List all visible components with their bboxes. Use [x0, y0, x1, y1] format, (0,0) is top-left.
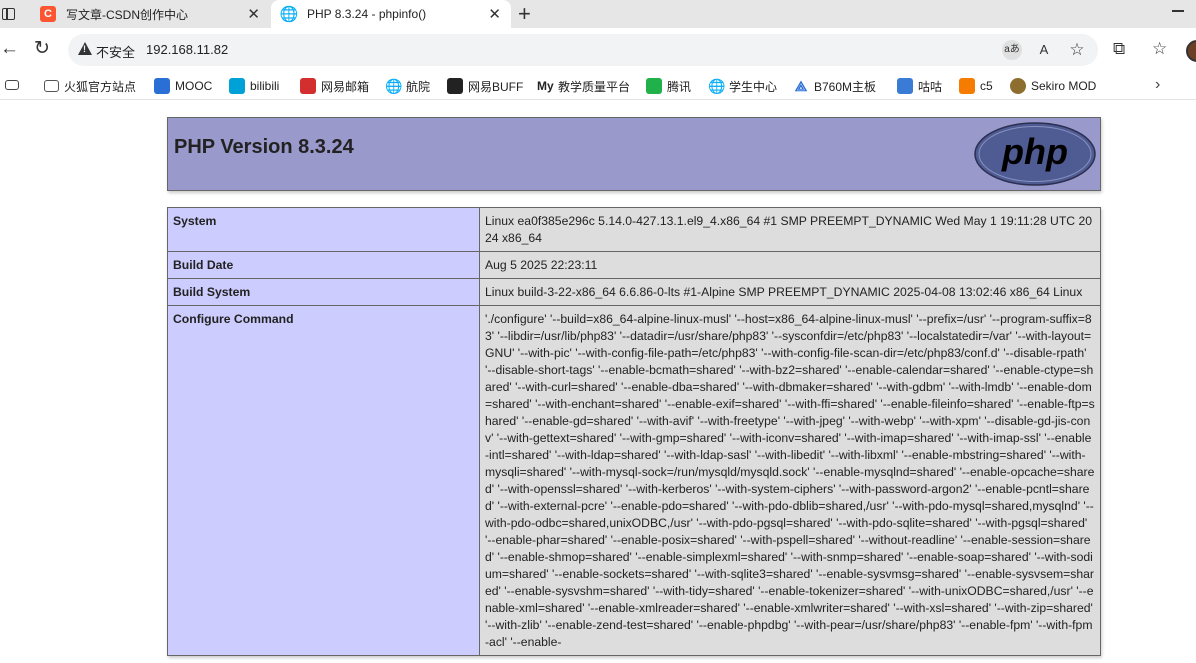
tab-title: PHP 8.3.24 - phpinfo() — [307, 7, 427, 21]
chevron-right-icon[interactable]: › — [1155, 76, 1160, 94]
bookmark-label: 网易邮箱 — [321, 79, 370, 94]
row-value: './configure' '--build=x86_64-alpine-lin… — [479, 305, 1101, 656]
row-value: Aug 5 2025 22:23:11 — [479, 251, 1101, 279]
url-text[interactable]: 192.168.11.82 — [146, 42, 228, 57]
star-icon[interactable]: ☆ — [1067, 40, 1087, 60]
globe-icon: 🌐 — [708, 78, 726, 94]
close-icon[interactable]: ✕ — [247, 5, 260, 23]
navigation-bar: ← ↻ 不安全 192.168.11.82 aあ A ☆ ⧉ ☆ — [0, 28, 1196, 72]
buff-icon — [447, 78, 463, 94]
sekiro-icon — [1010, 78, 1026, 94]
tab-actions-icon[interactable] — [0, 4, 18, 22]
bookmark-label: 腾讯 — [667, 79, 692, 94]
bookmark-label: B760M主板 — [814, 79, 877, 94]
table-row: System Linux ea0f385e296c 5.14.0-427.13.… — [167, 207, 1101, 252]
close-icon[interactable]: ✕ — [488, 5, 501, 23]
bookmark-label: 网易BUFF — [468, 79, 524, 94]
bookmark-label: 航院 — [406, 79, 431, 94]
csdn-icon: C — [40, 6, 56, 22]
aorus-icon: ⟁ — [794, 78, 808, 94]
row-key: System — [167, 207, 480, 252]
table-row: Build Date Aug 5 2025 22:23:11 — [167, 251, 1101, 279]
globe-icon: 🌐 — [385, 78, 403, 94]
bookmark-item[interactable]: Sekiro MOD — [1010, 77, 1096, 95]
globe-icon: 🌐 — [279, 6, 299, 23]
bookmarks-menu-icon[interactable] — [5, 80, 19, 90]
phpinfo-table: System Linux ea0f385e296c 5.14.0-427.13.… — [167, 207, 1101, 656]
bookmark-item[interactable]: c5 — [959, 77, 993, 95]
folder-icon — [44, 80, 59, 92]
warning-icon[interactable] — [78, 42, 92, 55]
bookmark-label: 教学质量平台 — [558, 79, 631, 94]
back-icon[interactable]: ← — [0, 38, 19, 60]
tab-title: 写文章-CSDN创作中心 — [66, 7, 188, 22]
address-bar[interactable]: 不安全 192.168.11.82 aあ A ☆ — [68, 34, 1098, 66]
row-key: Build Date — [167, 251, 480, 279]
table-row: Configure Command './configure' '--build… — [167, 305, 1101, 656]
bookmark-item[interactable]: 咕咕 — [897, 77, 942, 95]
bilibili-icon — [229, 78, 245, 94]
c5-icon — [959, 78, 975, 94]
tab-strip: C 写文章-CSDN创作中心 ✕ 🌐 PHP 8.3.24 - phpinfo(… — [0, 0, 1196, 28]
tab-csdn[interactable]: C 写文章-CSDN创作中心 ✕ — [30, 0, 270, 28]
table-row: Build System Linux build-3-22-x86_64 6.6… — [167, 278, 1101, 306]
bookmark-item[interactable]: 腾讯 — [646, 77, 691, 95]
row-key: Configure Command — [167, 305, 480, 656]
translate-icon[interactable]: aあ — [1002, 40, 1022, 60]
mooc-icon — [154, 78, 170, 94]
php-logo-text: php — [1001, 131, 1068, 172]
reload-icon[interactable]: ↻ — [34, 38, 50, 60]
new-tab-button[interactable]: + — [518, 1, 531, 27]
bookmark-label: c5 — [980, 79, 993, 93]
bookmark-item[interactable]: 火狐官方站点 — [44, 77, 136, 95]
read-aloud-icon[interactable]: A — [1034, 40, 1054, 60]
bookmark-item[interactable]: 网易BUFF — [447, 77, 523, 95]
page-title: PHP Version 8.3.24 — [174, 136, 354, 158]
extensions-icon[interactable]: ⧉ — [1113, 39, 1125, 59]
tab-phpinfo[interactable]: 🌐 PHP 8.3.24 - phpinfo() ✕ — [271, 0, 511, 28]
bookmark-item[interactable]: 🌐 航院 — [385, 77, 430, 95]
row-value: Linux build-3-22-x86_64 6.6.86-0-lts #1-… — [479, 278, 1101, 306]
bookmark-label: 火狐官方站点 — [64, 79, 137, 94]
minimize-icon[interactable] — [1172, 10, 1184, 12]
tencent-video-icon — [646, 78, 662, 94]
php-logo-icon[interactable]: php — [974, 122, 1096, 186]
bookmark-label: bilibili — [250, 79, 280, 93]
bookmark-label: MOOC — [175, 79, 213, 93]
bookmark-item[interactable]: ⟁ B760M主板 — [793, 77, 876, 95]
avatar[interactable] — [1186, 40, 1196, 62]
row-key: Build System — [167, 278, 480, 306]
bookmark-item[interactable]: bilibili — [229, 77, 279, 95]
bookmarks-bar: 火狐官方站点 MOOC bilibili 网易邮箱 🌐 航院 网易BUFF My… — [0, 72, 1196, 100]
security-label[interactable]: 不安全 — [96, 42, 135, 61]
my-icon: My — [537, 79, 554, 93]
favorites-icon[interactable]: ☆ — [1152, 39, 1167, 59]
bookmark-label: 学生中心 — [729, 79, 778, 94]
row-value: Linux ea0f385e296c 5.14.0-427.13.1.el9_4… — [479, 207, 1101, 252]
bookmark-label: Sekiro MOD — [1031, 79, 1097, 93]
netease-mail-icon — [300, 78, 316, 94]
bookmark-item[interactable]: 网易邮箱 — [300, 77, 369, 95]
bookmark-item[interactable]: My 教学质量平台 — [537, 77, 630, 95]
gugu-icon — [897, 78, 913, 94]
bookmark-item[interactable]: MOOC — [154, 77, 212, 95]
bookmark-item[interactable]: 🌐 学生中心 — [708, 77, 777, 95]
bookmark-label: 咕咕 — [918, 79, 943, 94]
php-version-header: PHP Version 8.3.24 php — [167, 117, 1101, 191]
